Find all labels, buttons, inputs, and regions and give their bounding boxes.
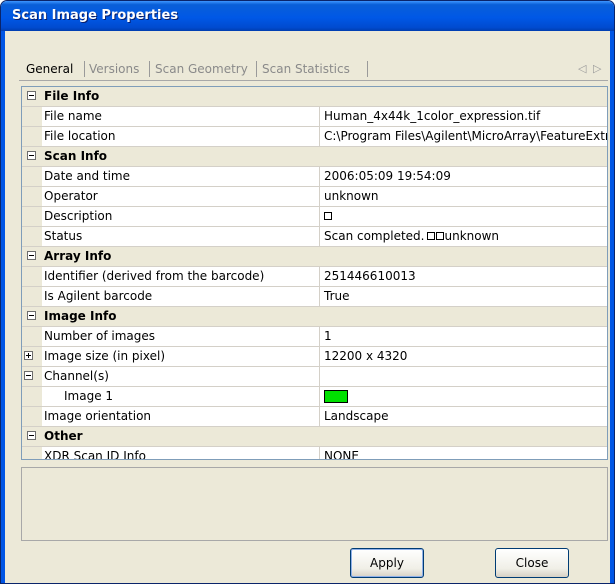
category-label: Image Info bbox=[44, 309, 117, 323]
tab-frame-line bbox=[19, 80, 608, 81]
property-row-orientation[interactable]: Image orientation Landscape bbox=[22, 407, 607, 427]
collapse-icon[interactable] bbox=[27, 91, 36, 100]
tab-separator bbox=[149, 61, 150, 77]
property-row-channels[interactable]: Channel(s) bbox=[22, 367, 607, 387]
property-value[interactable]: 12200 x 4320 bbox=[324, 349, 407, 363]
property-label: File name bbox=[44, 109, 102, 123]
tab-separator bbox=[367, 61, 368, 77]
channel-color-swatch[interactable] bbox=[324, 390, 348, 403]
window-border-left bbox=[1, 31, 5, 583]
property-grid: File Info File name Human_4x44k_1color_e… bbox=[21, 86, 608, 460]
property-row-status[interactable]: Status Scan completed. unknown bbox=[22, 227, 607, 247]
property-value[interactable]: Scan completed. unknown bbox=[324, 229, 499, 243]
property-label: Description bbox=[44, 209, 113, 223]
tab-separator bbox=[256, 61, 257, 77]
property-row-identifier[interactable]: Identifier (derived from the barcode) 25… bbox=[22, 267, 607, 287]
property-label: Date and time bbox=[44, 169, 130, 183]
property-value[interactable]: 1 bbox=[324, 329, 332, 343]
property-value[interactable]: unknown bbox=[324, 189, 379, 203]
tab-scan-geometry[interactable]: Scan Geometry bbox=[155, 62, 248, 76]
status-prefix: Scan completed. bbox=[324, 229, 425, 243]
apply-button[interactable]: Apply bbox=[350, 548, 424, 578]
box-glyph-icon bbox=[436, 231, 445, 240]
property-label: File location bbox=[44, 129, 116, 143]
category-label: Scan Info bbox=[44, 149, 108, 163]
property-row-is-agilent[interactable]: Is Agilent barcode True bbox=[22, 287, 607, 307]
category-image-info[interactable]: Image Info bbox=[22, 307, 607, 327]
property-label: Is Agilent barcode bbox=[44, 289, 153, 303]
chevron-right-icon[interactable]: ▷ bbox=[593, 62, 601, 75]
scan-image-properties-window: Scan Image Properties General Versions S… bbox=[0, 0, 615, 584]
property-label: Image orientation bbox=[44, 409, 152, 423]
box-glyph-icon bbox=[324, 211, 332, 220]
property-label: Channel(s) bbox=[44, 369, 109, 383]
property-label: Identifier (derived from the barcode) bbox=[44, 269, 265, 283]
collapse-icon[interactable] bbox=[27, 431, 36, 440]
status-suffix: unknown bbox=[444, 229, 500, 243]
tab-separator bbox=[84, 61, 85, 77]
property-row-description[interactable]: Description bbox=[22, 207, 607, 227]
collapse-icon[interactable] bbox=[24, 371, 33, 380]
category-file-info[interactable]: File Info bbox=[22, 87, 607, 107]
tab-strip: General Versions Scan Geometry Scan Stat… bbox=[19, 59, 609, 81]
category-label: Other bbox=[44, 429, 83, 443]
expand-icon[interactable] bbox=[24, 351, 33, 360]
title-bar[interactable]: Scan Image Properties bbox=[1, 1, 614, 31]
property-row-image-1[interactable]: Image 1 bbox=[22, 387, 607, 407]
collapse-icon[interactable] bbox=[27, 151, 36, 160]
property-value[interactable]: 2006:05:09 19:54:09 bbox=[324, 169, 451, 183]
property-value[interactable] bbox=[324, 209, 332, 223]
tab-general[interactable]: General bbox=[26, 62, 73, 76]
window-title: Scan Image Properties bbox=[12, 8, 179, 23]
category-label: Array Info bbox=[44, 249, 112, 263]
property-label: XDR Scan ID Info bbox=[44, 449, 146, 460]
property-value[interactable]: True bbox=[324, 289, 350, 303]
property-value[interactable]: Human_4x44k_1color_expression.tif bbox=[324, 109, 540, 123]
property-label: Image size (in pixel) bbox=[44, 349, 165, 363]
property-row-operator[interactable]: Operator unknown bbox=[22, 187, 607, 207]
property-label: Operator bbox=[44, 189, 98, 203]
property-label: Image 1 bbox=[64, 389, 114, 403]
category-scan-info[interactable]: Scan Info bbox=[22, 147, 607, 167]
property-label: Status bbox=[44, 229, 83, 243]
property-label: Number of images bbox=[44, 329, 156, 343]
property-row-date-time[interactable]: Date and time 2006:05:09 19:54:09 bbox=[22, 167, 607, 187]
window-border-right bbox=[610, 31, 614, 583]
chevron-left-icon[interactable]: ◁ bbox=[578, 62, 586, 75]
collapse-icon[interactable] bbox=[27, 251, 36, 260]
property-row-xdr[interactable]: XDR Scan ID Info NONE bbox=[22, 447, 607, 460]
property-row-file-name[interactable]: File name Human_4x44k_1color_expression.… bbox=[22, 107, 607, 127]
box-glyph-icon bbox=[427, 231, 436, 240]
property-value[interactable]: NONE bbox=[324, 449, 359, 459]
tab-scan-statistics[interactable]: Scan Statistics bbox=[262, 62, 350, 76]
category-label: File Info bbox=[44, 89, 100, 103]
property-value[interactable]: 251446610013 bbox=[324, 269, 416, 283]
description-panel bbox=[21, 467, 608, 541]
property-value[interactable]: C:\Program Files\Agilent\MicroArray\Feat… bbox=[324, 129, 607, 143]
property-row-file-location[interactable]: File location C:\Program Files\Agilent\M… bbox=[22, 127, 607, 147]
category-other[interactable]: Other bbox=[22, 427, 607, 447]
close-button[interactable]: Close bbox=[495, 548, 569, 578]
property-value[interactable]: Landscape bbox=[324, 409, 388, 423]
collapse-icon[interactable] bbox=[27, 311, 36, 320]
tab-versions[interactable]: Versions bbox=[89, 62, 139, 76]
property-row-num-images[interactable]: Number of images 1 bbox=[22, 327, 607, 347]
property-row-image-size[interactable]: Image size (in pixel) 12200 x 4320 bbox=[22, 347, 607, 367]
category-array-info[interactable]: Array Info bbox=[22, 247, 607, 267]
